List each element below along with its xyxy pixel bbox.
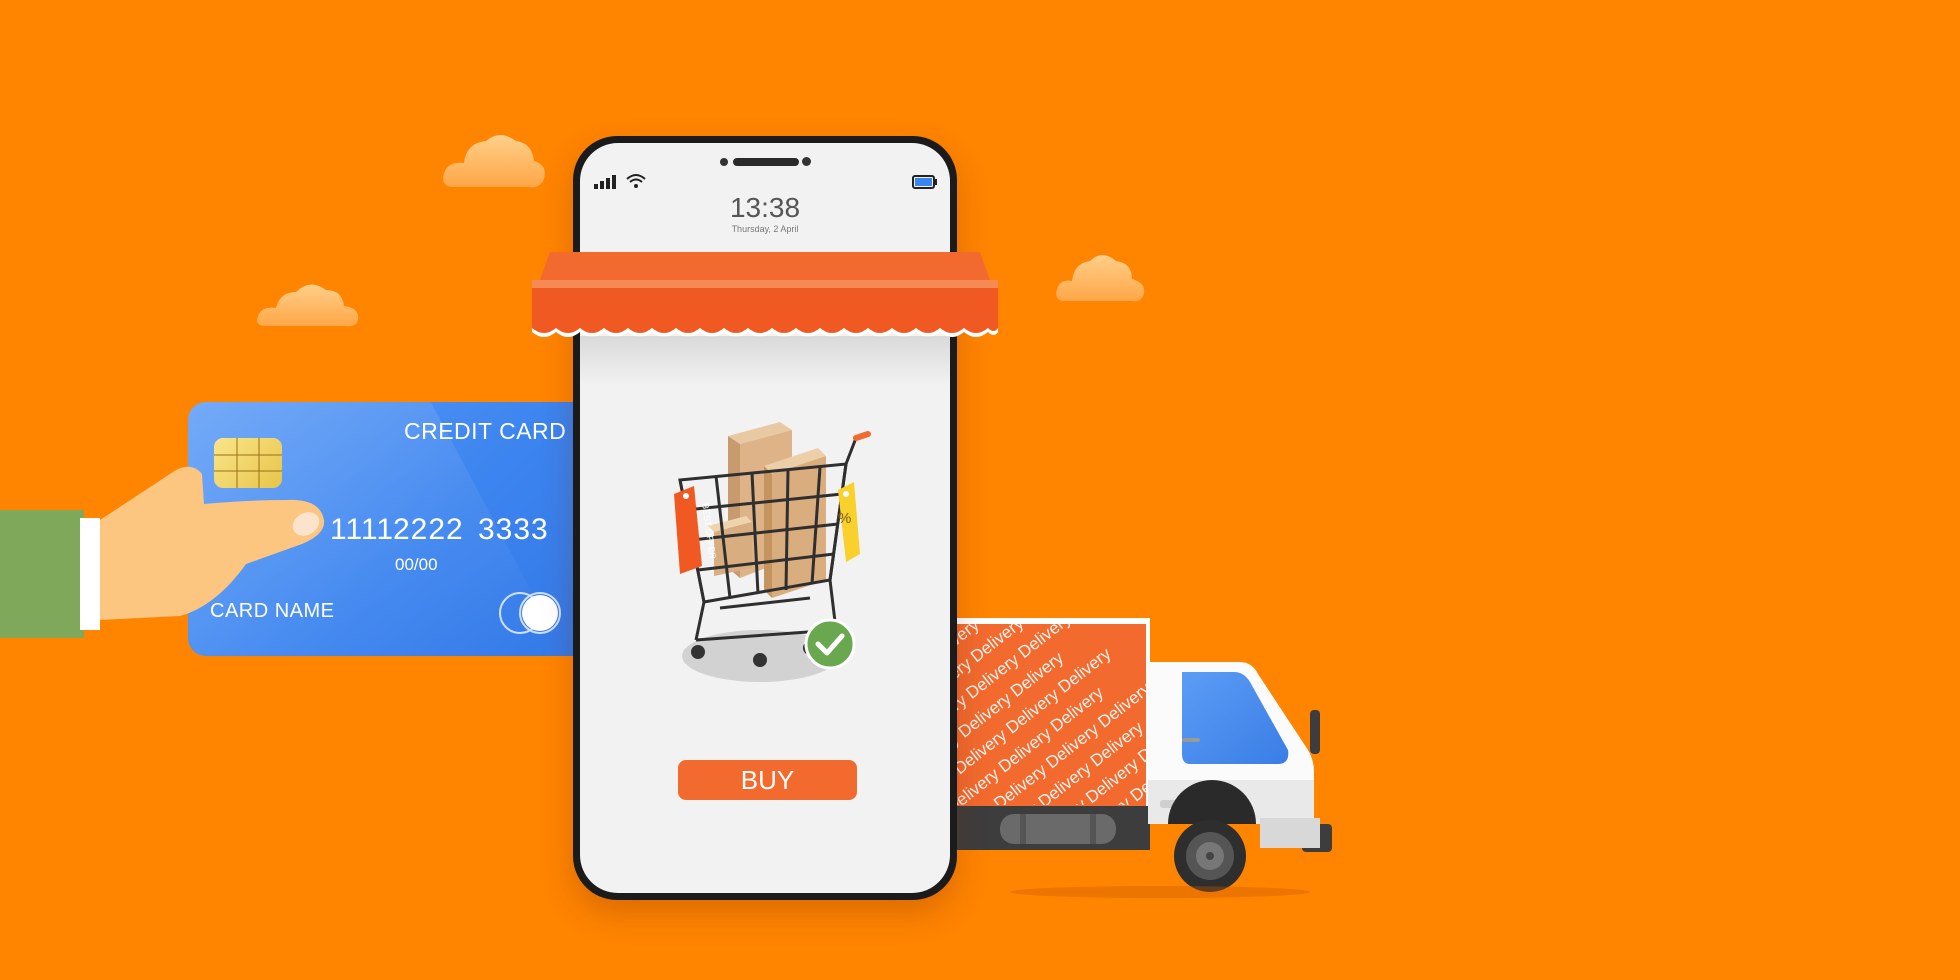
cloud-icon (1056, 255, 1145, 302)
card-number-group: 1111 (330, 513, 395, 546)
shopping-cart-illustration (674, 422, 871, 682)
shop-awning (532, 252, 998, 337)
card-number-group: 3333 (478, 513, 549, 546)
delivery-truck-illustration: Delivery Delivery Delivery Delivery Deli… (900, 618, 1332, 898)
card-expiry: 00/00 (395, 555, 438, 574)
card-number-group: 2222 (393, 513, 464, 546)
check-badge-icon (804, 618, 856, 670)
card-network-logo-icon (499, 592, 561, 634)
card-title: CREDIT CARD (404, 418, 567, 444)
clock-date: Thursday, 2 April (731, 224, 799, 234)
signal-icon (594, 175, 616, 189)
awning-shadow (580, 336, 950, 386)
phone-camera (802, 157, 811, 166)
wifi-icon (626, 174, 646, 188)
cloud-icon (257, 284, 359, 327)
best-offer-tag (674, 486, 702, 574)
phone-speaker (733, 158, 799, 166)
buy-button[interactable]: BUY (678, 760, 857, 800)
battery-icon (912, 175, 937, 189)
percent-tag-label: % (838, 510, 852, 527)
cloud-icon (443, 135, 545, 188)
clock-time: 13:38 (729, 192, 801, 223)
phone-sensor (720, 158, 728, 166)
hand-illustration (100, 466, 325, 620)
sleeve (0, 510, 84, 638)
